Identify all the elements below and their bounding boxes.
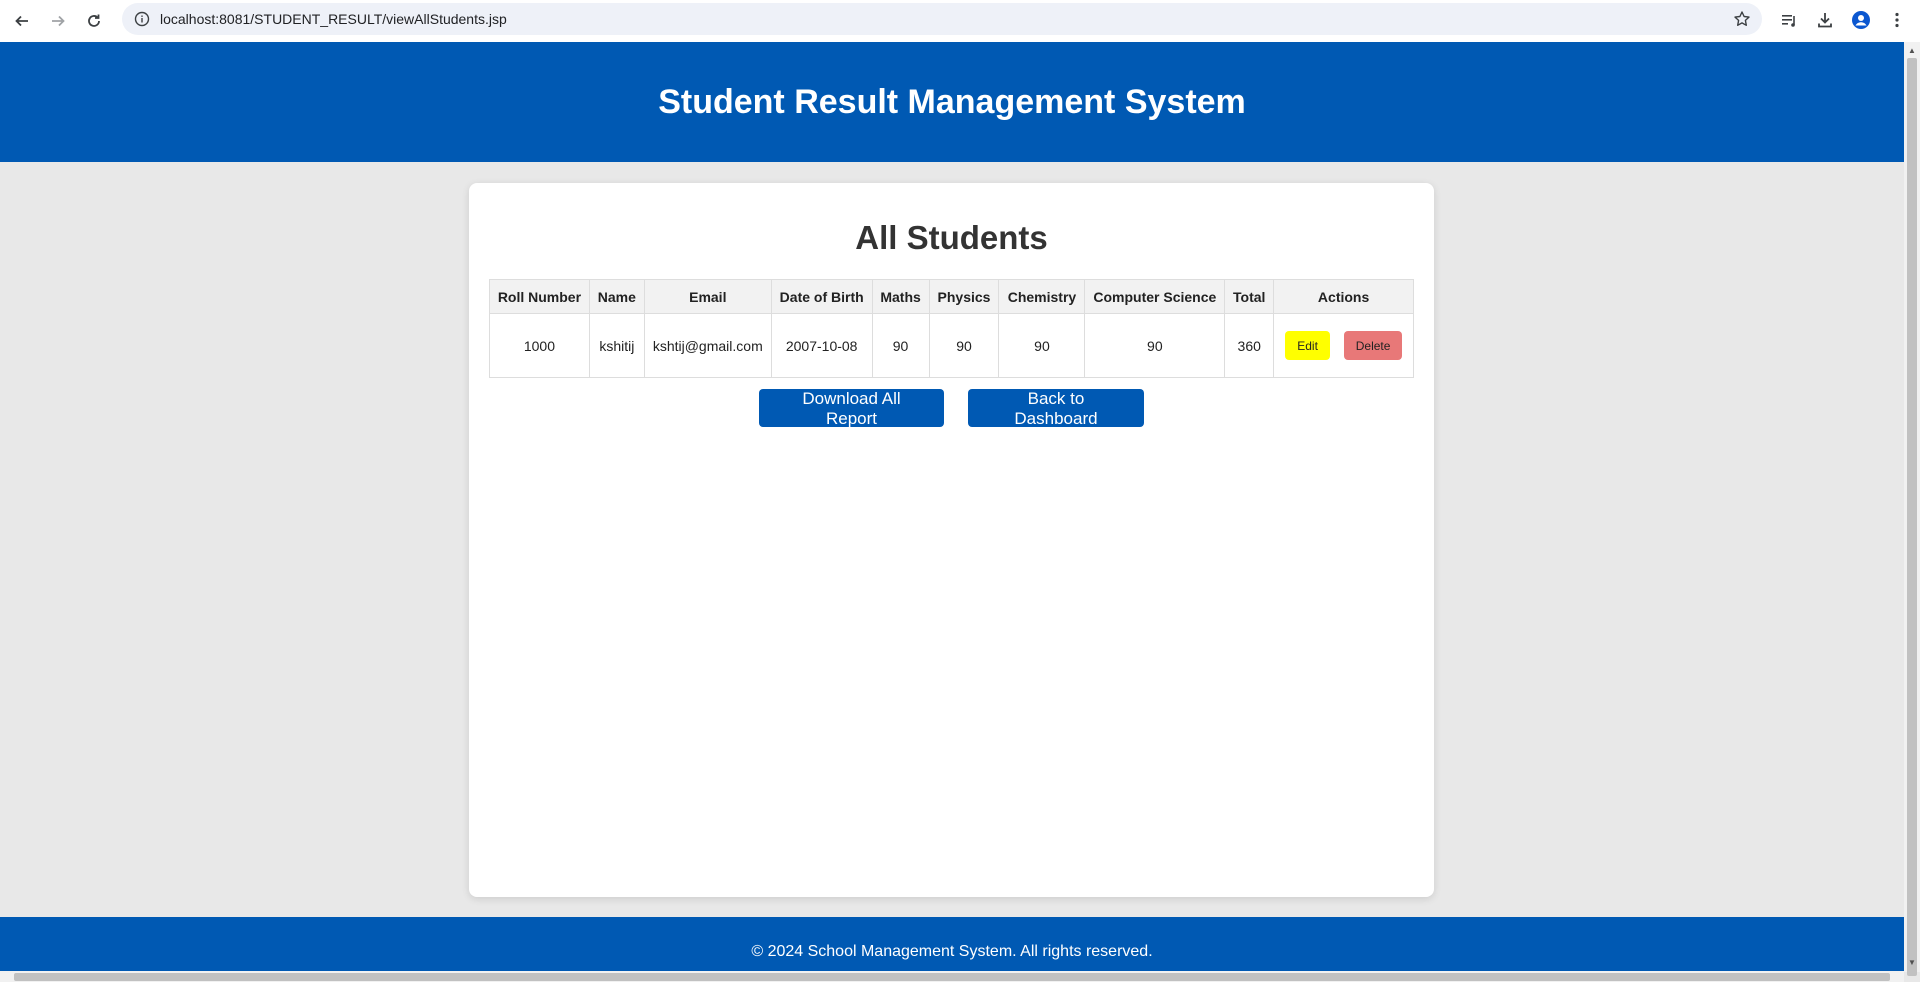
column-header-chemistry: Chemistry [998, 279, 1086, 314]
column-header-email: Email [643, 279, 772, 314]
students-table: Roll Number Name Email Date of Birth Mat… [489, 279, 1414, 378]
cell-total: 360 [1224, 313, 1275, 378]
cell-email: kshtij@gmail.com [643, 313, 772, 378]
download-icon[interactable] [1808, 3, 1842, 37]
cell-physics: 90 [928, 313, 1000, 378]
delete-button[interactable]: Delete [1344, 331, 1403, 360]
footer-copyright: © 2024 School Management System. All rig… [751, 943, 1153, 960]
column-header-roll-number: Roll Number [489, 279, 590, 314]
table-header-row: Roll Number Name Email Date of Birth Mat… [489, 279, 1414, 314]
column-header-name: Name [588, 279, 645, 314]
profile-avatar-icon[interactable] [1844, 3, 1878, 37]
horizontal-scrollbar[interactable] [0, 971, 1904, 982]
cell-dob: 2007-10-08 [770, 313, 873, 378]
column-header-physics: Physics [928, 279, 1000, 314]
site-title: Student Result Management System [658, 82, 1246, 121]
site-header: Student Result Management System [0, 42, 1904, 162]
column-header-total: Total [1224, 279, 1275, 314]
column-header-maths: Maths [871, 279, 930, 314]
cell-computer-science: 90 [1084, 313, 1226, 378]
cell-name: kshitij [588, 313, 645, 378]
action-buttons: Download All Report Back to Dashboard [469, 389, 1434, 428]
more-menu-icon[interactable] [1880, 3, 1914, 37]
site-footer: © 2024 School Management System. All rig… [0, 917, 1904, 971]
browser-toolbar: localhost:8081/STUDENT_RESULT/viewAllStu… [0, 0, 1920, 42]
column-header-computer-science: Computer Science [1084, 279, 1226, 314]
students-card: All Students Roll Number Name Email Date… [469, 183, 1434, 897]
scroll-up-arrow-icon[interactable]: ▲ [1904, 42, 1920, 58]
scroll-down-arrow-icon[interactable]: ▼ [1904, 954, 1920, 970]
vertical-scrollbar[interactable]: ▲ ▼ [1904, 42, 1920, 976]
horizontal-scroll-thumb[interactable] [14, 973, 1890, 981]
cell-actions: Edit Delete [1273, 313, 1414, 378]
column-header-dob: Date of Birth [770, 279, 873, 314]
back-arrow-icon[interactable] [4, 3, 40, 39]
address-bar[interactable]: localhost:8081/STUDENT_RESULT/viewAllStu… [122, 3, 1762, 35]
cell-maths: 90 [871, 313, 930, 378]
cell-chemistry: 90 [998, 313, 1086, 378]
cell-roll-number: 1000 [489, 313, 590, 378]
forward-arrow-icon[interactable] [40, 3, 76, 39]
bookmark-star-icon[interactable] [1730, 7, 1754, 31]
reading-list-icon[interactable] [1772, 3, 1806, 37]
site-info-icon[interactable] [126, 3, 158, 35]
download-all-report-button[interactable]: Download All Report [759, 389, 944, 428]
url-text[interactable]: localhost:8081/STUDENT_RESULT/viewAllStu… [160, 11, 507, 27]
reload-icon[interactable] [76, 3, 112, 39]
page-title: All Students [855, 219, 1048, 256]
edit-button[interactable]: Edit [1285, 331, 1331, 360]
column-header-actions: Actions [1273, 279, 1414, 314]
back-to-dashboard-button[interactable]: Back to Dashboard [968, 389, 1144, 428]
vertical-scroll-thumb[interactable] [1907, 58, 1917, 976]
table-row: 1000 kshitij kshtij@gmail.com 2007-10-08… [489, 313, 1414, 378]
